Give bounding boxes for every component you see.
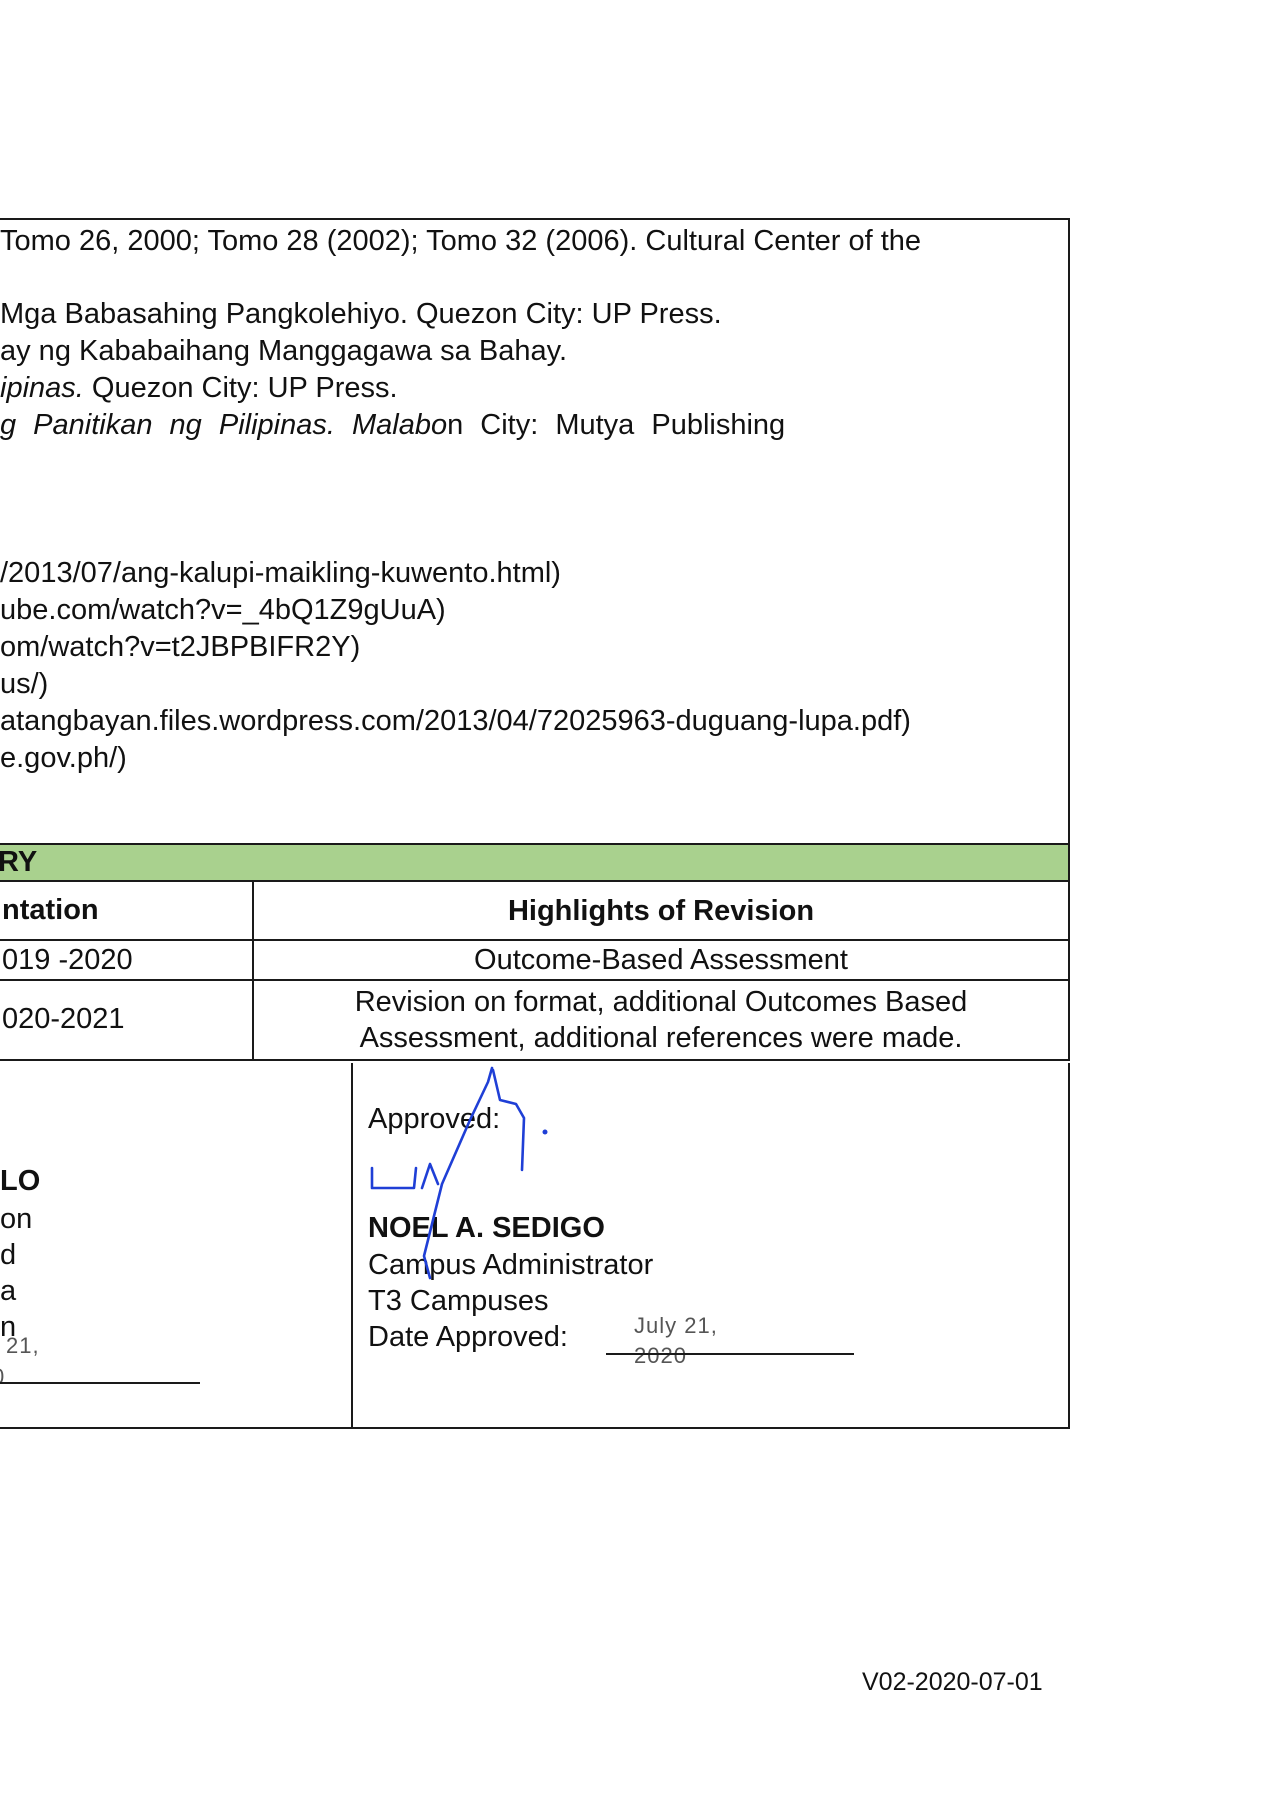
date-approved-label: Date Approved: xyxy=(368,1321,568,1353)
revision-highlight: Outcome-Based Assessment xyxy=(474,944,848,976)
table-row: 019 -2020 Outcome-Based Assessment xyxy=(0,941,1070,981)
document-version: V02-2020-07-01 xyxy=(862,1668,1043,1696)
revision-table-header-row: ntation Highlights of Revision xyxy=(0,882,1070,941)
prepared-date-stamp: 21, xyxy=(6,1333,40,1358)
revision-header-right-label: Highlights of Revision xyxy=(507,894,815,927)
reference-url: e.gov.ph/) xyxy=(0,742,127,774)
reference-line: ipinas. Quezon City: UP Press. xyxy=(0,371,398,405)
reference-url: /2013/07/ang-kalupi-maikling-kuwento.htm… xyxy=(0,557,561,589)
reference-publisher: Quezon City: UP Press. xyxy=(83,372,398,404)
reference-url: ube.com/watch?v=_4bQ1Z9gUuA) xyxy=(0,594,446,626)
revision-highlight-cell: Revision on format, additional Outcomes … xyxy=(254,981,1068,1059)
revision-period-cell: 020-2021 xyxy=(0,981,254,1059)
signatures-divider xyxy=(351,1063,353,1429)
reference-italic-title: ipinas. xyxy=(0,372,84,404)
revision-period: 020-2021 xyxy=(2,1003,125,1035)
revision-highlight-cell: Outcome-Based Assessment xyxy=(254,941,1068,979)
reference-line: Mga Babasahing Pangkolehiyo. Quezon City… xyxy=(0,298,722,330)
prepared-by-line: a xyxy=(0,1275,17,1307)
reference-publisher: n City: Mutya Publishing xyxy=(447,409,786,441)
revision-header-left-label: ntation xyxy=(2,894,99,926)
signature-stroke xyxy=(370,1166,418,1190)
revision-header-left: ntation xyxy=(0,882,254,939)
approved-date-stamp: 2020 xyxy=(634,1343,687,1368)
revision-period: 019 -2020 xyxy=(2,944,133,976)
prepared-by-line: on xyxy=(0,1203,33,1235)
prepared-date-underline xyxy=(0,1382,200,1384)
revision-header-right: Highlights of Revision xyxy=(254,882,1068,939)
revision-history-header: RY xyxy=(0,845,1070,882)
reference-line: ay ng Kababaihang Manggagawa sa Bahay. xyxy=(0,335,568,367)
reference-line: g Panitikan ng Pilipinas. Malabon City: … xyxy=(0,408,785,442)
handwritten-signature xyxy=(370,1066,548,1280)
approver-unit: T3 Campuses xyxy=(368,1285,549,1317)
approved-date-underline xyxy=(606,1353,854,1355)
revision-highlight: Assessment, additional references were m… xyxy=(359,1022,963,1054)
revision-history-title: RY xyxy=(0,846,38,878)
prepared-date-stamp: 0 xyxy=(0,1364,5,1390)
revision-period-cell: 019 -2020 xyxy=(0,941,254,979)
table-row: 020-2021 Revision on format, additional … xyxy=(0,981,1070,1061)
reference-url: om/watch?v=t2JBPBIFR2Y) xyxy=(0,631,361,663)
revision-highlight: Revision on format, additional Outcomes … xyxy=(354,986,968,1018)
signature-stroke xyxy=(491,1068,526,1172)
signature-dot xyxy=(542,1129,548,1135)
reference-url: atangbayan.files.wordpress.com/2013/04/7… xyxy=(0,705,911,737)
signature-stroke xyxy=(420,1162,440,1190)
approved-date-stamp: July 21, xyxy=(634,1313,718,1338)
prepared-by-name: LO xyxy=(0,1165,41,1197)
prepared-by-line: d xyxy=(0,1239,17,1271)
reference-italic-title: g Panitikan ng Pilipinas. Malabo xyxy=(0,409,448,441)
reference-line: Tomo 26, 2000; Tomo 28 (2002); Tomo 32 (… xyxy=(0,225,922,257)
reference-url: us/) xyxy=(0,668,49,700)
